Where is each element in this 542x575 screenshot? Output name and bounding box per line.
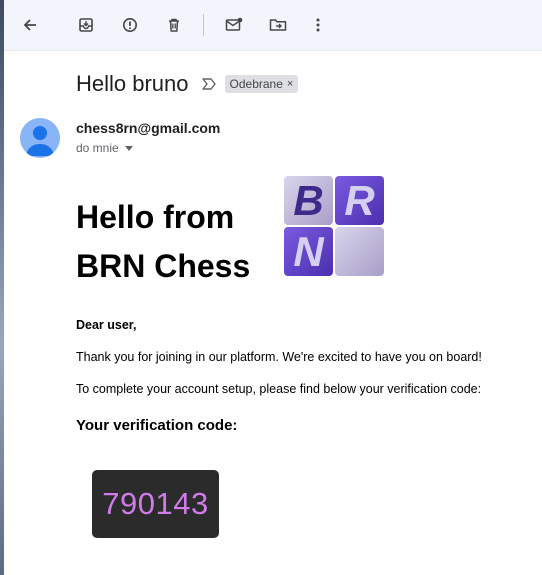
logo-tile-blank (335, 227, 384, 276)
headline-line-2: BRN Chess (76, 248, 251, 284)
verification-code: 790143 (102, 486, 209, 521)
chevron-down-icon (124, 145, 133, 151)
subject-row: Hello bruno Odebrane × (76, 70, 299, 98)
move-to-icon[interactable] (264, 11, 292, 39)
logo-tile-n: N (284, 227, 333, 276)
mark-unread-icon[interactable] (220, 11, 248, 39)
toolbar-divider (203, 14, 204, 36)
sender-email: chess8rn@gmail.com (76, 120, 221, 136)
recipient-details-toggle[interactable]: do mnie (76, 141, 133, 155)
toolbar (4, 0, 542, 51)
more-icon[interactable] (304, 11, 332, 39)
remove-label-icon[interactable]: × (287, 78, 293, 90)
headline-line-1: Hello from (76, 199, 235, 235)
archive-icon[interactable] (72, 11, 100, 39)
email-subject: Hello bruno (76, 71, 189, 96)
code-heading: Your verification code: (76, 417, 238, 434)
report-spam-icon[interactable] (116, 11, 144, 39)
brn-logo: B R N (284, 176, 384, 276)
recipient-label: do mnie (76, 141, 119, 155)
verification-code-box: 790143 (92, 470, 219, 538)
body-paragraph-1: Thank you for joining in our platform. W… (76, 350, 482, 364)
label-chip-inbox: Odebrane × (224, 75, 299, 93)
email-window: Hello bruno Odebrane × chess8rn@gmail.co… (4, 0, 542, 575)
logo-tile-r: R (335, 176, 384, 225)
label-chip-text: Odebrane (229, 77, 283, 91)
person-icon (26, 126, 54, 156)
email-headline: Hello from BRN Chess (76, 193, 286, 291)
logo-tile-b: B (284, 176, 333, 225)
greeting: Dear user, (76, 318, 137, 332)
avatar (20, 118, 60, 158)
back-icon[interactable] (16, 11, 44, 39)
delete-icon[interactable] (160, 11, 188, 39)
important-marker-icon[interactable] (201, 76, 217, 92)
body-paragraph-2: To complete your account setup, please f… (76, 382, 482, 396)
